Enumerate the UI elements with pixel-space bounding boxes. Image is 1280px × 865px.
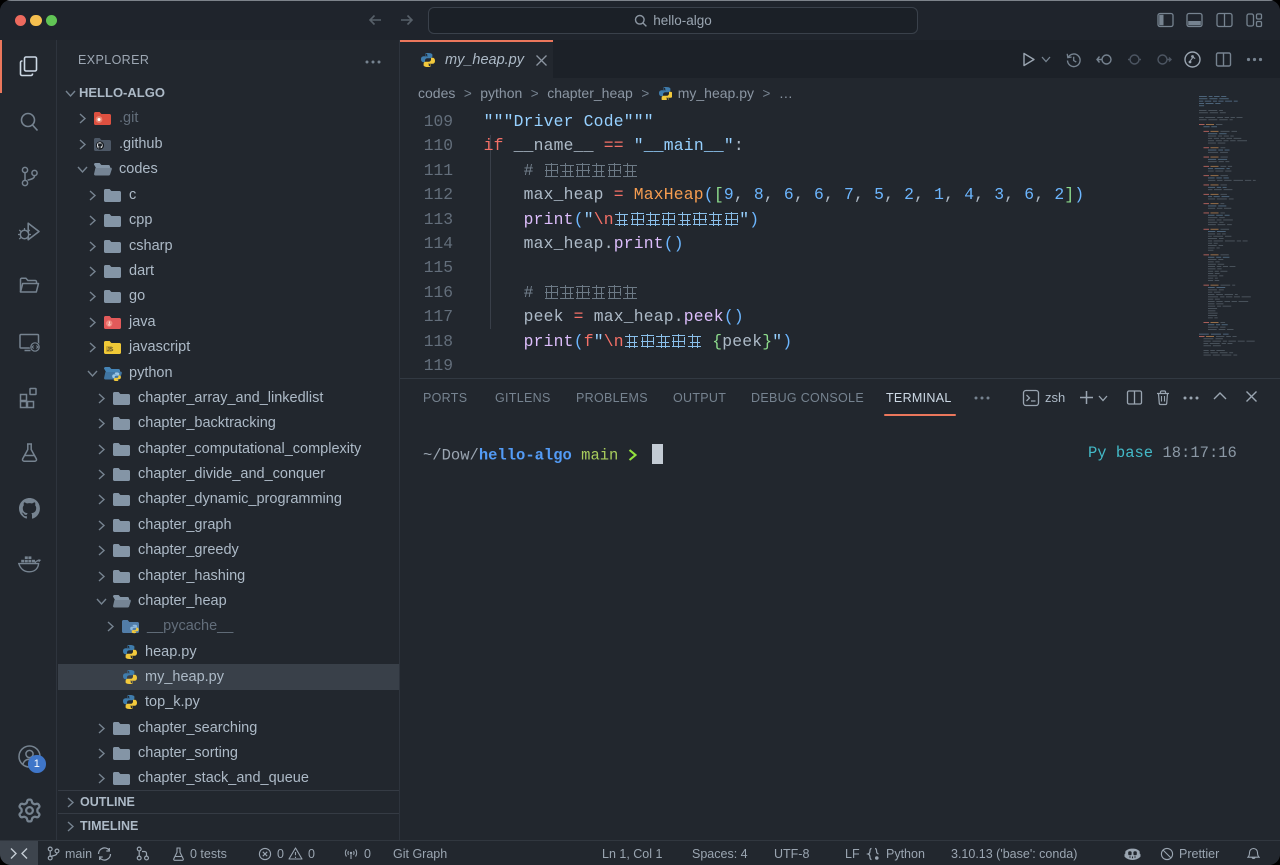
svg-text:JS: JS: [107, 347, 114, 353]
